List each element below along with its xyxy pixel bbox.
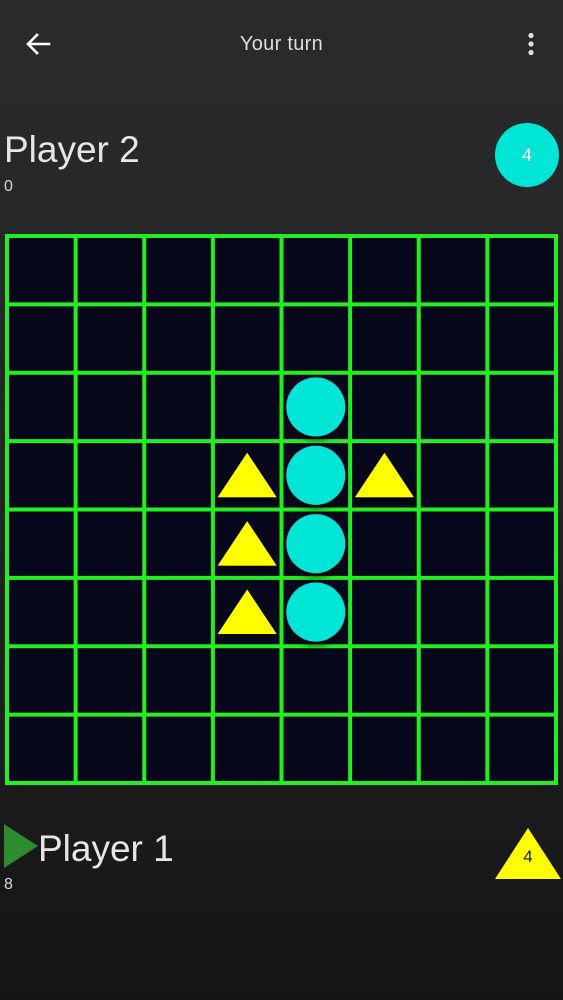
board-cell-r6-c6[interactable]: [420, 648, 486, 713]
board-cell-r3-c6[interactable]: [420, 443, 486, 508]
board-cell-r3-c2[interactable]: [146, 443, 211, 508]
board-cell-r0-c2[interactable]: [146, 238, 211, 303]
board-cell-r7-c0[interactable]: [9, 716, 74, 782]
board-cell-r7-c1[interactable]: [77, 716, 143, 782]
board-cell-r1-c5[interactable]: [352, 306, 417, 371]
board-cell-r5-c7[interactable]: [489, 579, 555, 645]
circle-piece-r2-c4: [286, 377, 346, 437]
board-cell-r2-c1[interactable]: [77, 374, 143, 440]
board-cell-r4-c7[interactable]: [489, 511, 555, 576]
player2-score: 0: [4, 178, 13, 195]
board-cell-r1-c7[interactable]: [489, 306, 555, 371]
board-cell-r3-c1[interactable]: [77, 443, 143, 508]
board-cell-r0-c1[interactable]: [77, 238, 143, 303]
board-cell-r6-c5[interactable]: [352, 648, 417, 713]
board-cell-r1-c4[interactable]: [283, 306, 349, 371]
player2-name: Player 2: [4, 129, 140, 170]
circle-piece-r4-c4: [286, 514, 346, 574]
board-cell-r1-c3[interactable]: [214, 306, 280, 371]
board-cell-r2-c2[interactable]: [146, 374, 211, 440]
board-cell-r7-c5[interactable]: [352, 716, 417, 782]
board-cell-r3-c0[interactable]: [9, 443, 74, 508]
board-cell-r5-c2[interactable]: [146, 579, 211, 645]
board-cell-r0-c3[interactable]: [214, 238, 280, 303]
player2-piece-count: 4: [521, 144, 532, 165]
board-cell-r6-c1[interactable]: [77, 648, 143, 713]
board-cell-r5-c0[interactable]: [9, 579, 74, 645]
board-cell-r1-c6[interactable]: [420, 306, 486, 371]
board-cell-r6-c7[interactable]: [489, 648, 555, 713]
turn-indicator: [4, 824, 38, 873]
board-cell-r0-c6[interactable]: [420, 238, 486, 303]
board-cell-r2-c6[interactable]: [420, 374, 486, 440]
board-cell-r6-c3[interactable]: [214, 648, 280, 713]
board-cell-r4-c2[interactable]: [146, 511, 211, 576]
board-cell-r0-c7[interactable]: [489, 238, 555, 303]
board-cell-r7-c3[interactable]: [214, 716, 280, 782]
board-cell-r1-c0[interactable]: [9, 306, 74, 371]
more-vert-icon: [528, 32, 534, 56]
board-cell-r0-c4[interactable]: [283, 238, 349, 303]
board-cell-r2-c3[interactable]: [214, 374, 280, 440]
board-cell-r0-c0[interactable]: [9, 238, 74, 303]
player1-score: 8: [4, 876, 13, 893]
play-arrow-icon: [4, 824, 38, 868]
page-title: Your turn: [239, 33, 324, 55]
board-cell-r7-c2[interactable]: [146, 716, 211, 782]
player1-piece-badge: 4: [494, 827, 562, 880]
player1-name: Player 1: [38, 828, 174, 869]
board-cell-r5-c6[interactable]: [420, 579, 486, 645]
board-cell-r5-c5[interactable]: [352, 579, 417, 645]
board-svg: [5, 234, 558, 785]
board-cell-r7-c6[interactable]: [420, 716, 486, 782]
board-cell-r6-c4[interactable]: [283, 648, 349, 713]
game-board: [5, 234, 558, 785]
player1-piece-count: 4: [523, 847, 533, 866]
board-cell-r4-c0[interactable]: [9, 511, 74, 576]
board-cell-r4-c6[interactable]: [420, 511, 486, 576]
board-cell-r7-c4[interactable]: [283, 716, 349, 782]
board-cell-r6-c2[interactable]: [146, 648, 211, 713]
board-cell-r0-c5[interactable]: [352, 238, 417, 303]
board-cell-r2-c0[interactable]: [9, 374, 74, 440]
player2-piece-badge: 4: [495, 123, 559, 187]
board-cell-r4-c5[interactable]: [352, 511, 417, 576]
board-cell-r6-c0[interactable]: [9, 648, 74, 713]
board-cell-r3-c7[interactable]: [489, 443, 555, 508]
board-cell-r7-c7[interactable]: [489, 716, 555, 782]
overflow-menu-button[interactable]: [513, 26, 549, 62]
circle-piece-r3-c4: [286, 445, 346, 505]
board-cell-r1-c1[interactable]: [77, 306, 143, 371]
circle-piece-r5-c4: [286, 582, 346, 642]
top-app-bar: Your turn: [0, 0, 563, 90]
board-cell-r5-c1[interactable]: [77, 579, 143, 645]
board-cell-r4-c1[interactable]: [77, 511, 143, 576]
board-cell-r2-c5[interactable]: [352, 374, 417, 440]
board-cell-r1-c2[interactable]: [146, 306, 211, 371]
board-cell-r2-c7[interactable]: [489, 374, 555, 440]
